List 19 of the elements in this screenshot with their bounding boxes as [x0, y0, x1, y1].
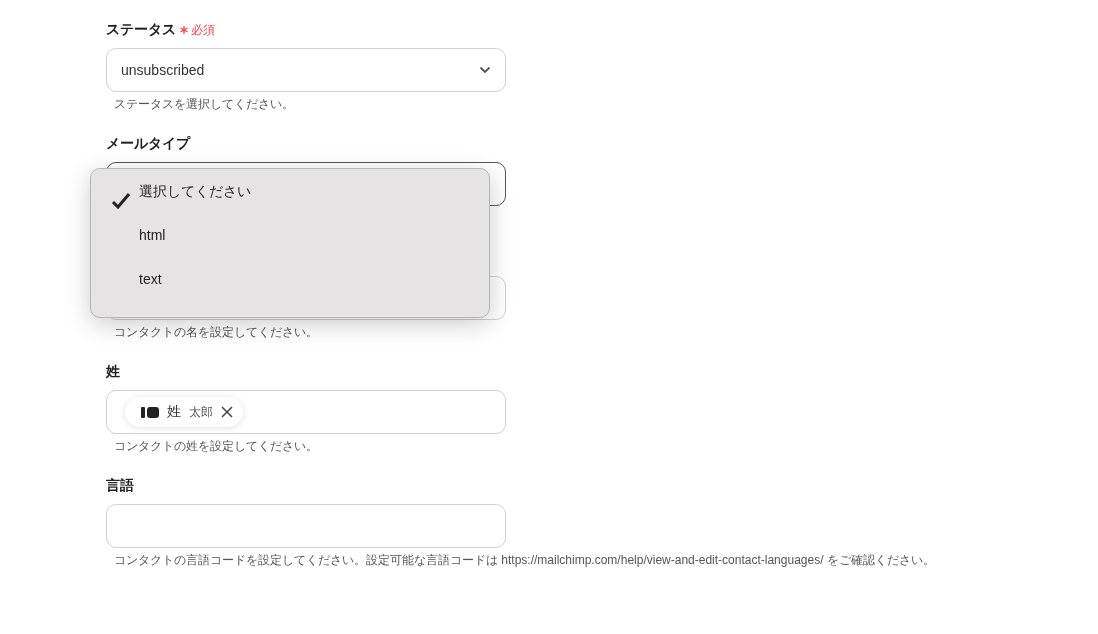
- token-field[interactable]: 姓 太郎: [106, 390, 506, 434]
- close-icon[interactable]: [221, 406, 233, 418]
- menu-option[interactable]: text: [139, 271, 162, 287]
- help-text: コンタクトの言語コードを設定してください。設定可能な言語コードは https://mailchimp.com/help/view-and-edit-contact-languages/ をご確認ください。: [114, 552, 935, 568]
- tag-icon: [141, 406, 159, 418]
- help-text: コンタクトの姓を設定してください。: [114, 438, 318, 454]
- field-label: 姓: [106, 363, 120, 381]
- field-label: ステータス: [106, 21, 176, 39]
- menu-option[interactable]: html: [139, 227, 166, 243]
- required-mark: 必須: [180, 21, 215, 39]
- field-label: 言語: [106, 477, 134, 495]
- help-text: コンタクトの名を設定してください。: [114, 324, 318, 340]
- chevron-down-icon: [479, 66, 491, 74]
- field-label: メールタイプ: [106, 135, 190, 153]
- help-text: ステータスを選択してください。: [114, 96, 294, 112]
- menu-option[interactable]: 選択してください: [139, 183, 251, 201]
- input-field[interactable]: [106, 504, 506, 548]
- select-field[interactable]: unsubscribed: [106, 48, 506, 92]
- token-chip[interactable]: 姓 太郎: [125, 397, 243, 427]
